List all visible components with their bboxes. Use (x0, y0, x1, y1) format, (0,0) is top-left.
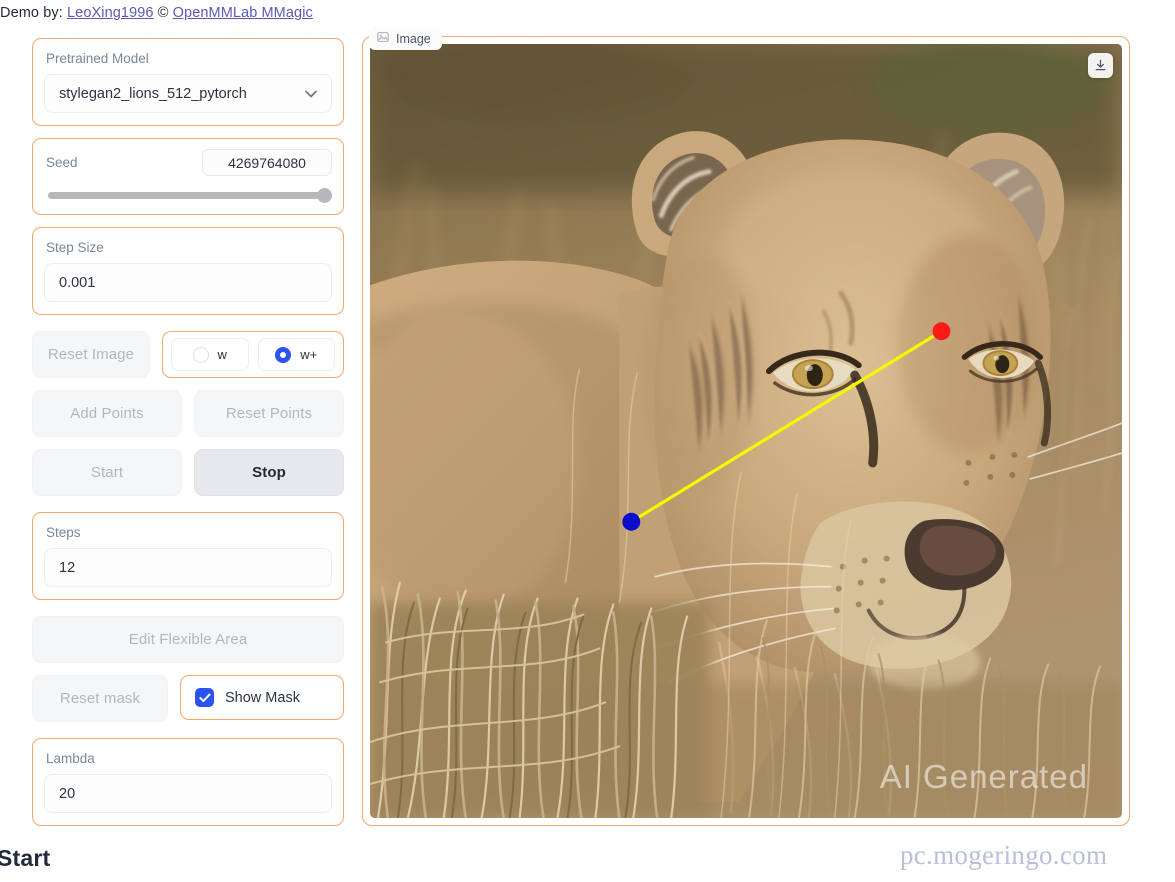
chevron-down-icon (305, 86, 317, 102)
reset-points-button[interactable]: Reset Points (194, 390, 344, 437)
start-button[interactable]: Start (32, 449, 182, 496)
checkmark-icon[interactable] (195, 688, 214, 707)
tab-image-label: Image (396, 31, 431, 46)
control-panel: Pretrained Model stylegan2_lions_512_pyt… (32, 38, 344, 838)
lambda-label: Lambda (46, 751, 95, 766)
image-output-panel: Image AI Generated (362, 27, 1130, 826)
site-watermark: pc.mogeringo.com (900, 840, 1108, 870)
radio-dot-w (192, 346, 209, 363)
radio-dot-wplus (275, 346, 292, 363)
seed-input[interactable]: 4269764080 (202, 149, 332, 176)
stop-button[interactable]: Stop (194, 449, 344, 496)
org-link[interactable]: OpenMMLab MMagic (173, 5, 313, 21)
lambda-group: Lambda 20 (32, 738, 344, 826)
edit-flexible-area-button[interactable]: Edit Flexible Area (32, 616, 344, 663)
radio-option-w[interactable]: w (171, 338, 249, 371)
app-root: Demo by: LeoXing1996 © OpenMMLab MMagic … (0, 0, 1175, 882)
seed-label: Seed (46, 155, 78, 170)
start-section-heading: Start (0, 845, 51, 871)
step-size-input[interactable]: 0.001 (44, 263, 332, 302)
seed-slider[interactable] (44, 188, 332, 203)
radio-label-wplus: w+ (300, 347, 318, 362)
credit-separator: © (157, 5, 169, 21)
reset-image-button[interactable]: Reset Image (32, 331, 150, 378)
author-link[interactable]: LeoXing1996 (67, 5, 154, 21)
seed-slider-track (48, 192, 328, 199)
pretrained-model-select[interactable]: stylegan2_lions_512_pytorch (44, 74, 332, 113)
generated-image[interactable]: AI Generated (370, 44, 1122, 818)
credit-prefix: Demo by: (0, 5, 63, 21)
reset-mask-button[interactable]: Reset mask (32, 675, 168, 722)
radio-option-wplus[interactable]: w+ (257, 338, 335, 371)
pretrained-model-group: Pretrained Model stylegan2_lions_512_pyt… (32, 38, 344, 126)
step-size-group: Step Size 0.001 (32, 227, 344, 315)
add-points-button[interactable]: Add Points (32, 390, 182, 437)
pretrained-model-label: Pretrained Model (46, 51, 149, 66)
radio-label-w: w (217, 347, 227, 362)
show-mask-label: Show Mask (225, 689, 300, 706)
latent-space-radio-group: w w+ (162, 331, 344, 378)
seed-group: Seed 4269764080 (32, 138, 344, 215)
seed-slider-thumb[interactable] (317, 188, 332, 203)
steps-input[interactable]: 12 (44, 548, 332, 587)
tab-image[interactable]: Image (369, 27, 442, 50)
download-icon[interactable] (1088, 53, 1113, 78)
show-mask-toggle[interactable]: Show Mask (180, 675, 344, 720)
demo-credit: Demo by: LeoXing1996 © OpenMMLab MMagic (0, 5, 313, 21)
step-size-label: Step Size (46, 240, 104, 255)
image-icon (377, 31, 389, 46)
steps-group: Steps 12 (32, 512, 344, 600)
lambda-input[interactable]: 20 (44, 774, 332, 813)
steps-label: Steps (46, 525, 81, 540)
lion-image-render (370, 44, 1122, 818)
pretrained-model-value: stylegan2_lions_512_pytorch (59, 85, 247, 102)
